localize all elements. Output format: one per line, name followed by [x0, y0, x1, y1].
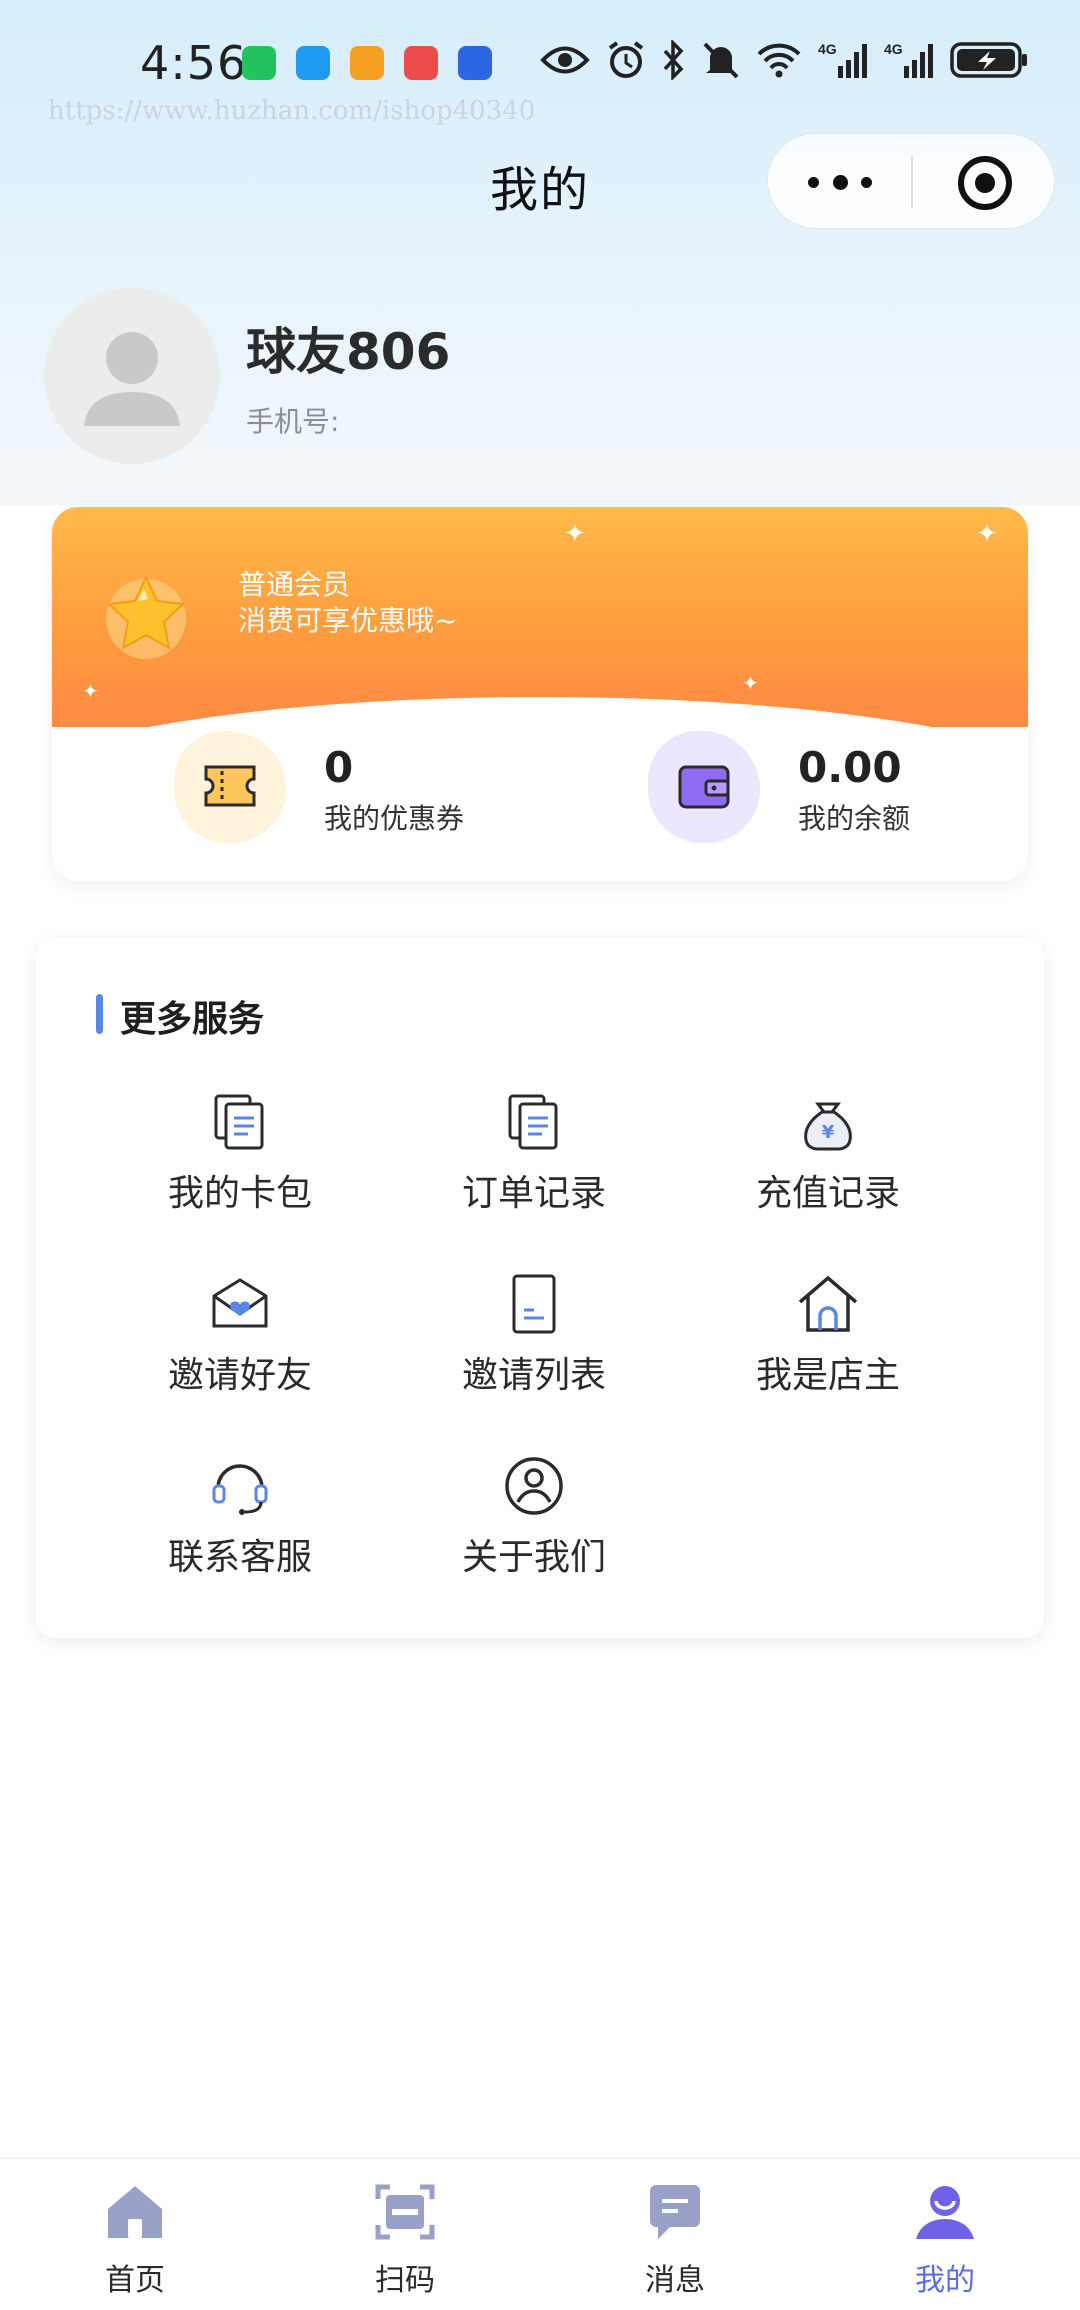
more-dots-icon[interactable]: [808, 168, 872, 196]
bulb-app-icon: [458, 46, 492, 80]
tab-label: 首页: [105, 2263, 165, 2298]
coupon-icon: [204, 765, 256, 807]
service-recharge-record[interactable]: ¥ 充值记录: [728, 1090, 928, 1230]
signal-4g-icon: 4G: [884, 41, 933, 78]
sparkle-icon: ✦: [564, 519, 586, 549]
watermark-text: https://www.huzhan.com/ishop40340: [48, 96, 536, 126]
service-shop-owner[interactable]: 我是店主: [728, 1272, 928, 1412]
service-label: 充值记录: [755, 1173, 900, 1214]
avatar[interactable]: [44, 288, 220, 464]
signal-4g-icon: 4G: [818, 41, 867, 78]
member-description: 消费可享优惠哦~: [238, 604, 458, 637]
card-pack-icon: [214, 1094, 264, 1150]
service-label: 我是店主: [755, 1355, 900, 1396]
alarm-icon: [608, 41, 644, 78]
tab-messages[interactable]: 消息: [600, 2181, 750, 2301]
sparkle-icon: ✦: [82, 679, 99, 703]
services-card: 更多服务 我的卡包 订单记录 ¥ 充值记录 邀请好友 邀请列表 我是店主 联系客…: [36, 938, 1044, 1638]
profile-icon: [916, 2186, 974, 2239]
bluetooth-icon: [663, 40, 684, 80]
service-label: 我的卡包: [167, 1173, 312, 1214]
service-customer-service[interactable]: 联系客服: [140, 1454, 340, 1594]
sparkle-icon: ✦: [742, 671, 759, 695]
service-label: 订单记录: [461, 1173, 606, 1214]
member-star-icon: [106, 574, 186, 659]
tab-label: 扫码: [375, 2263, 435, 2298]
coupon-count: 0: [324, 743, 354, 792]
invite-list-icon: [512, 1274, 556, 1334]
notification-icons: [242, 46, 492, 80]
system-status-icons: 4G 4G: [540, 40, 1028, 80]
service-label: 关于我们: [461, 1537, 606, 1578]
miniprogram-capsule: [767, 133, 1055, 229]
home-icon: [108, 2186, 162, 2238]
orange-app-icon: [350, 46, 384, 80]
red-app-icon: [404, 46, 438, 80]
svg-text:4G: 4G: [818, 41, 837, 57]
capsule-divider: [911, 156, 913, 208]
bell-off-icon: [703, 42, 739, 79]
service-label: 邀请列表: [461, 1355, 606, 1396]
services-title: 更多服务: [120, 999, 265, 1040]
message-icon: [296, 46, 330, 80]
member-level: 普通会员: [238, 568, 351, 601]
scan-icon: [375, 2184, 435, 2240]
battery-charging-icon: [950, 42, 1027, 78]
balance-amount: 0.00: [798, 743, 902, 792]
tab-scan[interactable]: 扫码: [330, 2181, 480, 2301]
headset-icon: [212, 1464, 268, 1515]
service-label: 联系客服: [167, 1537, 312, 1578]
service-card-pack[interactable]: 我的卡包: [140, 1090, 340, 1230]
eye-icon: [540, 46, 590, 74]
tab-profile[interactable]: 我的: [870, 2181, 1020, 2301]
member-card: ✦ ✦ ✦ ✦ 普通会员 消费可享优惠哦~ 0 我的优惠券 0.00 我的余额: [52, 507, 1028, 881]
service-invite-friend[interactable]: 邀请好友: [140, 1272, 340, 1412]
default-avatar-icon: [84, 332, 180, 426]
member-header[interactable]: ✦ ✦ ✦ ✦ 普通会员 消费可享优惠哦~: [52, 507, 1028, 797]
sparkle-icon: ✦: [976, 519, 998, 549]
wechat-icon: [242, 46, 276, 80]
order-record-icon: [508, 1094, 558, 1150]
message-icon: [650, 2185, 700, 2239]
bottom-tab-bar: 首页 扫码 消息 我的: [0, 2158, 1080, 2310]
service-label: 邀请好友: [167, 1355, 312, 1396]
tab-label: 我的: [915, 2263, 975, 2298]
wallet-icon: [678, 765, 730, 809]
shop-house-icon: [798, 1275, 858, 1332]
tab-home[interactable]: 首页: [60, 2181, 210, 2301]
svg-text:¥: ¥: [822, 1122, 835, 1143]
service-order-record[interactable]: 订单记录: [434, 1090, 634, 1230]
service-invite-list[interactable]: 邀请列表: [434, 1272, 634, 1412]
status-time: 4:56: [140, 36, 248, 90]
balance-label: 我的余额: [798, 802, 911, 835]
tab-label: 消息: [645, 2263, 705, 2298]
section-accent-bar: [96, 994, 103, 1034]
user-name: 球友806: [246, 323, 451, 381]
service-about-us[interactable]: 关于我们: [434, 1454, 634, 1594]
invite-envelope-icon: [212, 1278, 268, 1328]
svg-text:4G: 4G: [884, 41, 903, 57]
wifi-icon: [757, 43, 801, 78]
user-circle-icon: [505, 1457, 563, 1515]
target-circle-icon[interactable]: [958, 156, 1012, 210]
phone-label: 手机号:: [246, 405, 340, 438]
coupon-label: 我的优惠券: [324, 802, 465, 835]
money-bag-icon: ¥: [804, 1102, 852, 1151]
